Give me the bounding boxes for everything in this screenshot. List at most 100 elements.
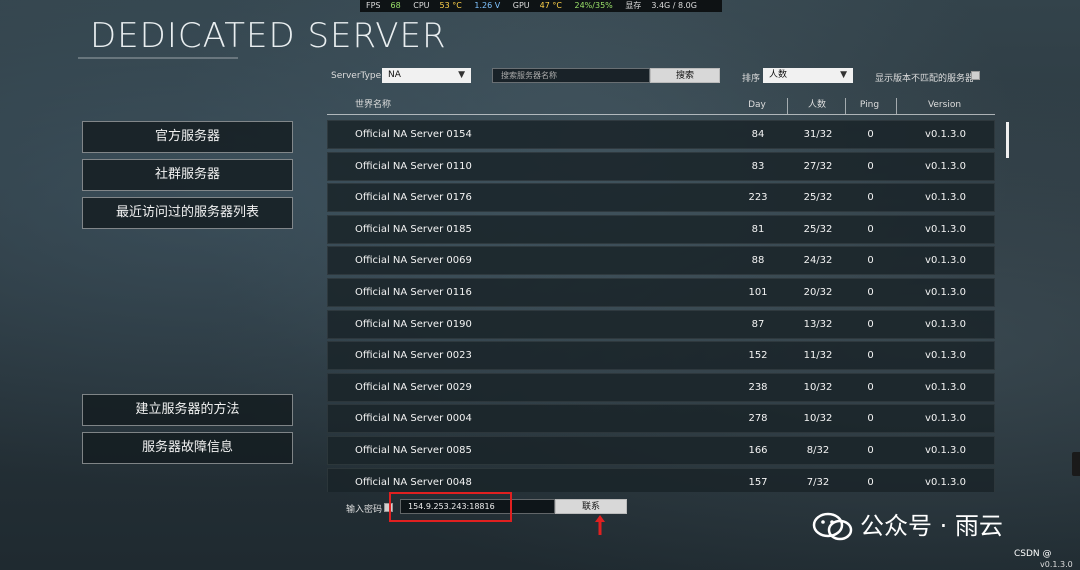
row-day: 84 [751, 129, 765, 140]
watermark-text: 公众号 · 雨云 [860, 512, 1003, 540]
table-row[interactable]: Official NA Server 0029 238 10/32 0 v0.1… [327, 373, 995, 402]
row-day: 152 [748, 350, 768, 361]
side-panel-handle[interactable] [1072, 452, 1080, 476]
row-day: 166 [748, 445, 768, 456]
row-players: 31/32 [803, 129, 833, 140]
cpu-volt: 1.26 V [474, 1, 501, 10]
table-row[interactable]: Official NA Server 0069 88 24/32 0 v0.1.… [327, 246, 995, 275]
header-version[interactable]: Version [907, 96, 982, 114]
row-ping: 0 [867, 477, 874, 488]
row-players: 27/32 [803, 161, 833, 172]
server-list[interactable]: Official NA Server 0154 84 31/32 0 v0.1.… [327, 120, 995, 492]
table-row[interactable]: Official NA Server 0154 84 31/32 0 v0.1.… [327, 120, 995, 149]
game-version: v0.1.3.0 [1040, 560, 1073, 569]
table-row[interactable]: Official NA Server 0048 157 7/32 0 v0.1.… [327, 468, 995, 492]
fps-value: 68 [390, 1, 401, 10]
gpu-usage: 24%/35% [574, 1, 613, 10]
sort-select[interactable]: 人数 ▼ [763, 68, 853, 83]
row-day: 238 [748, 382, 768, 393]
table-row[interactable]: Official NA Server 0185 81 25/32 0 v0.1.… [327, 215, 995, 244]
server-type-select[interactable]: NA ▼ [382, 68, 471, 83]
header-divider [896, 98, 897, 114]
title-underline [78, 57, 238, 59]
wechat-watermark: 公众号 · 雨云 [812, 506, 1003, 542]
show-mismatch-label: 显示版本不匹配的服务器 [875, 74, 975, 84]
row-version: v0.1.3.0 [925, 477, 966, 488]
row-players: 13/32 [803, 319, 833, 330]
cpu-label: CPU [413, 1, 430, 10]
row-day: 278 [748, 413, 768, 424]
row-players: 25/32 [803, 192, 833, 203]
row-day: 101 [748, 287, 768, 298]
row-version: v0.1.3.0 [925, 192, 966, 203]
server-type-value: NA [388, 70, 401, 80]
row-name: Official NA Server 0048 [355, 477, 472, 488]
community-servers-button[interactable]: 社群服务器 [82, 159, 293, 191]
row-day: 83 [751, 161, 765, 172]
password-label: 输入密码 [346, 505, 383, 515]
chevron-down-icon: ▼ [458, 70, 465, 80]
official-servers-button[interactable]: 官方服务器 [82, 121, 293, 153]
row-version: v0.1.3.0 [925, 287, 966, 298]
row-ping: 0 [867, 161, 874, 172]
table-header: 世界名称 Day 人数 Ping Version [327, 96, 995, 114]
recent-servers-button[interactable]: 最近访问过的服务器列表 [82, 197, 293, 229]
sort-value: 人数 [769, 70, 788, 80]
annotation-highlight-box [389, 492, 512, 522]
row-day: 88 [751, 255, 765, 266]
row-name: Official NA Server 0023 [355, 350, 472, 361]
row-name: Official NA Server 0185 [355, 224, 472, 235]
server-type-label: ServerType [331, 71, 382, 81]
table-row[interactable]: Official NA Server 0004 278 10/32 0 v0.1… [327, 404, 995, 433]
table-row[interactable]: Official NA Server 0190 87 13/32 0 v0.1.… [327, 310, 995, 339]
table-row[interactable]: Official NA Server 0023 152 11/32 0 v0.1… [327, 341, 995, 370]
search-input[interactable]: 搜索服务器名称 [492, 68, 650, 83]
row-players: 11/32 [803, 350, 833, 361]
gpu-label: GPU [512, 1, 530, 10]
header-ping[interactable]: Ping [842, 96, 897, 114]
row-players: 10/32 [803, 382, 833, 393]
row-ping: 0 [867, 350, 874, 361]
table-row[interactable]: Official NA Server 0176 223 25/32 0 v0.1… [327, 183, 995, 212]
row-ping: 0 [867, 445, 874, 456]
row-ping: 0 [867, 255, 874, 266]
chevron-down-icon: ▼ [840, 70, 847, 80]
header-divider [845, 98, 846, 114]
server-troubleshoot-button[interactable]: 服务器故障信息 [82, 432, 293, 464]
row-players: 24/32 [803, 255, 833, 266]
search-button[interactable]: 搜索 [650, 68, 720, 83]
list-scrollbar[interactable] [1006, 122, 1009, 158]
row-day: 81 [751, 224, 765, 235]
row-players: 8/32 [806, 445, 830, 456]
connect-button[interactable]: 联系 [555, 499, 627, 514]
row-ping: 0 [867, 192, 874, 203]
page-title: DEDICATED SERVER [90, 16, 447, 56]
sort-label: 排序 [742, 74, 761, 84]
header-underline [327, 114, 995, 115]
mem-label: 显存 [625, 1, 642, 10]
wechat-logo-icon [812, 512, 853, 541]
header-name[interactable]: 世界名称 [355, 96, 391, 114]
row-players: 7/32 [806, 477, 830, 488]
row-ping: 0 [867, 382, 874, 393]
row-ping: 0 [867, 129, 874, 140]
row-day: 223 [748, 192, 768, 203]
row-name: Official NA Server 0029 [355, 382, 472, 393]
performance-overlay: FPS 68 CPU 53 °C 1.26 V GPU 47 °C 24%/35% 显… [360, 0, 722, 12]
row-name: Official NA Server 0085 [355, 445, 472, 456]
table-row[interactable]: Official NA Server 0116 101 20/32 0 v0.1… [327, 278, 995, 307]
row-version: v0.1.3.0 [925, 224, 966, 235]
table-row[interactable]: Official NA Server 0110 83 27/32 0 v0.1.… [327, 152, 995, 181]
row-version: v0.1.3.0 [925, 382, 966, 393]
row-version: v0.1.3.0 [925, 413, 966, 424]
fps-label: FPS [366, 1, 381, 10]
howto-build-server-button[interactable]: 建立服务器的方法 [82, 394, 293, 426]
row-name: Official NA Server 0116 [355, 287, 472, 298]
mem-value: 3.4G / 8.0G [651, 1, 697, 10]
show-mismatch-checkbox[interactable] [971, 71, 980, 80]
header-day[interactable]: Day [732, 96, 782, 114]
row-name: Official NA Server 0069 [355, 255, 472, 266]
header-players[interactable]: 人数 [787, 96, 847, 114]
table-row[interactable]: Official NA Server 0085 166 8/32 0 v0.1.… [327, 436, 995, 465]
row-ping: 0 [867, 287, 874, 298]
